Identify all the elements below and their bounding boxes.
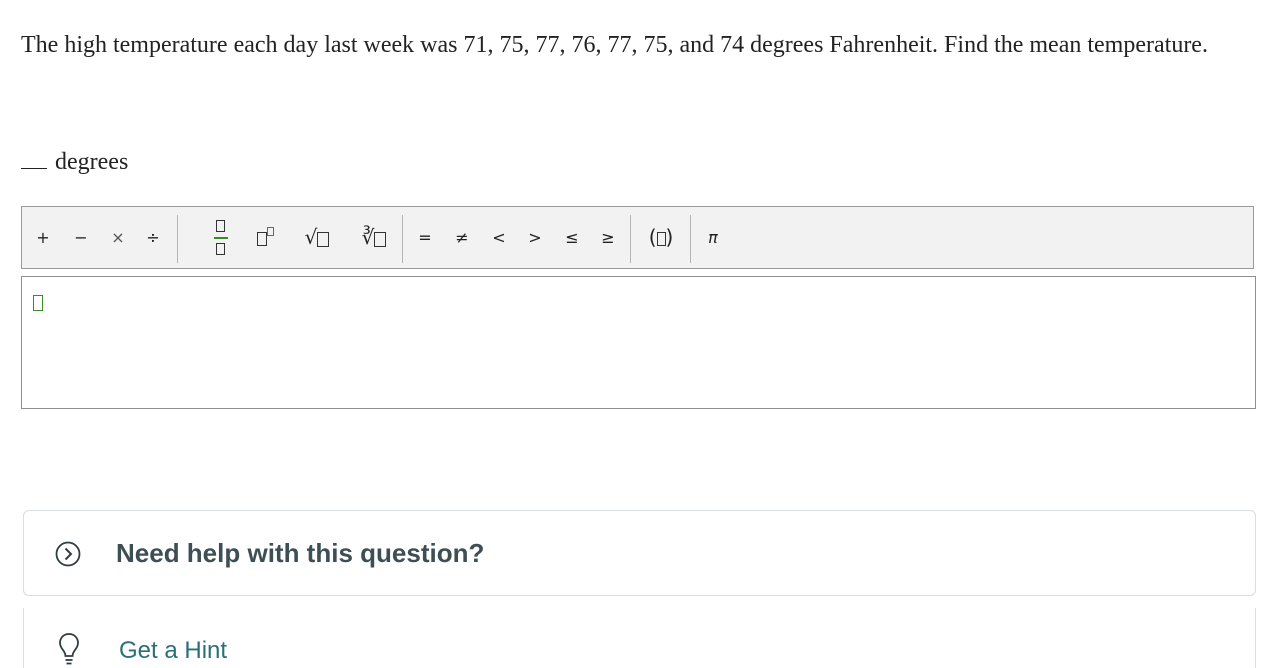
input-placeholder-box — [33, 295, 43, 311]
toolbar-divider — [402, 215, 403, 263]
parentheses-button[interactable]: () — [644, 207, 678, 268]
radicand-box-icon — [317, 232, 330, 247]
answer-line: degrees — [21, 142, 128, 180]
less-than-button[interactable]: < — [489, 207, 509, 268]
toolbar-divider — [177, 215, 178, 263]
greater-than-button[interactable]: > — [525, 207, 545, 268]
math-toolbar: + − × ÷ √ ∛ = ≠ < > ≤ ≥ () π — [21, 206, 1254, 269]
square-root-button[interactable]: √ — [297, 207, 337, 268]
greater-equal-button[interactable]: ≥ — [598, 207, 618, 268]
plus-button[interactable]: + — [32, 207, 54, 268]
base-box-icon — [256, 231, 267, 246]
nth-root-button[interactable]: ∛ — [352, 207, 396, 268]
exponent-box-icon — [266, 227, 274, 236]
nth-radicand-box-icon — [374, 232, 387, 247]
divide-button[interactable]: ÷ — [142, 207, 164, 268]
help-panel[interactable]: Need help with this question? — [23, 510, 1256, 596]
not-equal-button[interactable]: ≠ — [452, 207, 472, 268]
answer-input-editor[interactable] — [21, 276, 1256, 409]
minus-button[interactable]: − — [70, 207, 92, 268]
exponent-button[interactable] — [250, 207, 280, 268]
toolbar-divider — [630, 215, 631, 263]
equals-button[interactable]: = — [415, 207, 435, 268]
fraction-numerator-icon — [216, 220, 225, 232]
toolbar-divider — [690, 215, 691, 263]
lightbulb-icon — [59, 633, 79, 665]
get-hint-link[interactable]: Get a Hint — [119, 634, 227, 668]
hint-panel: Get a Hint — [23, 608, 1256, 668]
chevron-right-circle-icon — [55, 541, 81, 567]
help-title: Need help with this question? — [116, 538, 485, 568]
question-text: The high temperature each day last week … — [21, 32, 1208, 58]
paren-box-icon — [656, 231, 666, 246]
answer-unit: degrees — [55, 149, 129, 175]
times-button[interactable]: × — [107, 207, 129, 268]
fraction-denominator-icon — [216, 243, 225, 255]
pi-button[interactable]: π — [702, 207, 724, 268]
fraction-bar-icon — [214, 237, 228, 239]
answer-blank — [21, 142, 47, 169]
fraction-button[interactable] — [212, 220, 230, 256]
less-equal-button[interactable]: ≤ — [562, 207, 582, 268]
